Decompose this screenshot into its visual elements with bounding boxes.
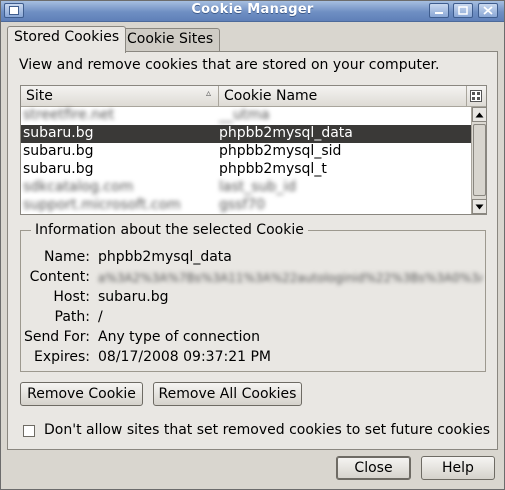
help-button[interactable]: Help xyxy=(421,456,495,480)
expires-value: 08/17/2008 09:37:21 PM xyxy=(98,349,271,365)
column-header-cookie-name[interactable]: Cookie Name xyxy=(219,86,467,106)
close-icon[interactable] xyxy=(478,3,498,18)
row-site: streetfire.net xyxy=(23,107,115,123)
path-value: / xyxy=(98,309,103,325)
block-removed-sites-checkbox[interactable] xyxy=(23,425,35,437)
tab-cookie-sites[interactable]: Cookie Sites xyxy=(120,28,221,52)
table-row[interactable]: sdkcatalog.com last_sub_id xyxy=(21,179,471,197)
row-site: subaru.bg xyxy=(23,125,94,141)
sort-ascending-icon: ▵ xyxy=(205,88,211,99)
scroll-up-icon[interactable] xyxy=(472,107,486,122)
table-row[interactable]: support.microsoft.com gssf70 xyxy=(21,197,471,214)
table-row[interactable]: subaru.bg phpbb2mysql_t xyxy=(21,161,471,179)
content-value: a%3A2%3A%7Bs%3A11%3A%22autologinid%22%3B… xyxy=(98,271,482,285)
row-cookie-name: gssf70 xyxy=(219,197,266,213)
remove-cookie-button[interactable]: Remove Cookie xyxy=(20,382,143,406)
row-site: subaru.bg xyxy=(23,143,94,159)
cookie-list[interactable]: Site ▵ Cookie Name streetfire.net __utma… xyxy=(20,85,487,215)
expires-label: Expires: xyxy=(34,349,90,365)
remove-all-cookies-button[interactable]: Remove All Cookies xyxy=(153,382,302,406)
send-for-label: Send For: xyxy=(23,329,90,345)
row-site: support.microsoft.com xyxy=(23,197,181,213)
row-cookie-name: last_sub_id xyxy=(219,179,297,195)
tab-stored-cookies[interactable]: Stored Cookies xyxy=(7,26,127,53)
row-cookie-name: phpbb2mysql_t xyxy=(219,161,327,177)
close-button[interactable]: Close xyxy=(336,456,411,480)
row-site: subaru.bg xyxy=(23,161,94,177)
block-removed-sites-label[interactable]: Don't allow sites that set removed cooki… xyxy=(44,422,490,438)
list-scrollbar[interactable] xyxy=(471,107,486,214)
name-label: Name: xyxy=(43,249,90,265)
panel-description: View and remove cookies that are stored … xyxy=(19,57,440,73)
row-site: sdkcatalog.com xyxy=(23,179,134,195)
scrollbar-thumb[interactable] xyxy=(473,124,486,196)
title-bar[interactable]: Cookie Manager xyxy=(1,1,504,22)
list-header: Site ▵ Cookie Name xyxy=(21,86,486,107)
column-header-cookie-name-label: Cookie Name xyxy=(224,88,318,104)
column-header-site[interactable]: Site ▵ xyxy=(21,86,219,106)
content-label: Content: xyxy=(29,269,90,285)
row-cookie-name: phpbb2mysql_sid xyxy=(219,143,342,159)
name-value: phpbb2mysql_data xyxy=(98,249,232,265)
cookie-rows: streetfire.net __utma subaru.bg phpbb2my… xyxy=(21,107,471,214)
column-header-site-label: Site xyxy=(26,88,53,104)
cookie-manager-window: Cookie Manager Stored Cookies Cookie Sit… xyxy=(0,0,505,490)
maximize-icon[interactable] xyxy=(453,3,473,18)
column-picker-icon[interactable] xyxy=(467,87,485,105)
table-row[interactable]: subaru.bg phpbb2mysql_sid xyxy=(21,143,471,161)
cookie-info-legend: Information about the selected Cookie xyxy=(31,222,308,238)
table-row-selected[interactable]: subaru.bg phpbb2mysql_data xyxy=(21,125,471,143)
host-value: subaru.bg xyxy=(98,289,169,305)
host-label: Host: xyxy=(53,289,90,305)
minimize-icon[interactable] xyxy=(429,3,449,18)
path-label: Path: xyxy=(54,309,90,325)
scroll-down-icon[interactable] xyxy=(472,199,486,214)
table-row[interactable]: streetfire.net __utma xyxy=(21,107,471,125)
row-cookie-name: __utma xyxy=(219,107,270,123)
send-for-value: Any type of connection xyxy=(98,329,260,345)
row-cookie-name: phpbb2mysql_data xyxy=(219,125,353,141)
